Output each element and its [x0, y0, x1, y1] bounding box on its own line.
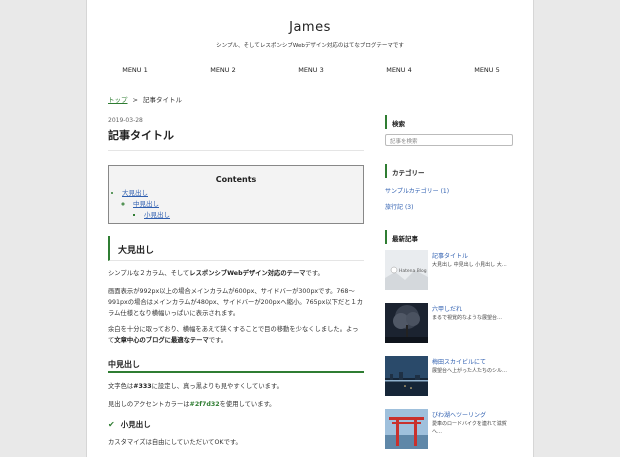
paragraph-1-strong: レスポンシブWebデザイン対応のテーマ	[189, 270, 306, 277]
paragraph-4-text-a: 文字色は	[108, 383, 134, 390]
toc-link-h2[interactable]: 大見出し	[122, 189, 148, 197]
paragraph-5: 見出しのアクセントカラーは#2f7d32を使用しています。	[108, 399, 364, 410]
paragraph-2: 画面表示が992px以上の場合メインカラムが600px、サイドバーが300pxで…	[108, 288, 364, 317]
sidebar-recent-heading-text: 最新記事	[392, 235, 418, 243]
paragraph-3-strong: 文章中心のブログに最適なテーマ	[114, 337, 209, 344]
nav-menu-3[interactable]: MENU 3	[271, 66, 351, 74]
recent-entry-title[interactable]: びわ湖ヘツーリング	[432, 410, 486, 419]
page-container: James シンプル、そしてレスポンシブWebデザイン対応のはてなブログテーマで…	[86, 0, 534, 457]
article-title[interactable]: 記事タイトル	[108, 127, 174, 143]
night-tree-photo[interactable]	[385, 303, 428, 343]
heading-h2-text: 大見出し	[118, 246, 155, 256]
sidebar-category-heading-text: カテゴリー	[392, 169, 425, 177]
nav-menu-1[interactable]: MENU 1	[95, 66, 175, 74]
category-count: (1)	[440, 188, 450, 195]
paragraph-1: シンプルな２カラム、そしてレスポンシブWebデザイン対応のテーマです。	[108, 268, 364, 279]
recent-entry-title[interactable]: 記事タイトル	[432, 251, 468, 260]
toc-link-h3[interactable]: 中見出し	[133, 200, 159, 208]
category-count: (3)	[404, 204, 414, 211]
recent-entry[interactable]: 六甲しだれ まるで視覚的なような展望台…	[385, 303, 513, 343]
paragraph-3-text-c: です。	[208, 337, 228, 344]
city-night-photo[interactable]	[385, 356, 428, 396]
recent-entry-summary: 大見出し 中見出し 小見出し 大…	[432, 262, 507, 268]
recent-entry[interactable]: 梅田スカイビルにて 展望台へ上がった人たちのシル…	[385, 356, 513, 396]
category-name[interactable]: サンプルカテゴリー	[385, 188, 439, 195]
paragraph-5-text-a: 見出しのアクセントカラーは	[108, 401, 190, 408]
recent-entry[interactable]: Hatena Blog 記事タイトル 大見出し 中見出し 小見出し 大…	[385, 250, 513, 290]
recent-entry-summary: まるで視覚的なような展望台…	[432, 315, 503, 321]
sidebar-category-heading: カテゴリー	[385, 164, 513, 178]
check-icon: ✔	[108, 420, 115, 429]
paragraph-6: カスタマイズは自由にしていただいてOKです。	[108, 439, 242, 446]
paragraph-1-text-a: シンプルな２カラム、そして	[108, 270, 190, 277]
recent-entry-summary: 愛車のロードバイクを連れて滋賀へ…	[432, 421, 507, 435]
breadcrumb-current: 記事タイトル	[142, 96, 182, 104]
breadcrumb-separator: >	[132, 96, 138, 104]
recent-entry-title[interactable]: 梅田スカイビルにて	[432, 357, 486, 366]
toc-heading: Contents	[215, 175, 257, 184]
breadcrumb: トップ > 記事タイトル	[108, 94, 182, 104]
nav-menu-4[interactable]: MENU 4	[359, 66, 439, 74]
article-date: 2019-03-28	[108, 117, 143, 124]
sidebar-search-heading: 検索	[385, 115, 513, 129]
recent-entry[interactable]: びわ湖ヘツーリング 愛車のロードバイクを連れて滋賀へ…	[385, 409, 513, 449]
paragraph-5-accent: #2f7d32	[189, 401, 220, 408]
paragraph-3: 余白を十分に取っており、横幅をあえて狭くすることで目の移動を少なくしました。よっ…	[108, 324, 364, 346]
title-divider	[108, 150, 364, 151]
heading-h4-text: 小見出し	[120, 420, 151, 429]
sidebar-recent-heading: 最新記事	[385, 230, 513, 244]
category-link-sample[interactable]: サンプルカテゴリー (1)	[385, 186, 449, 195]
category-name[interactable]: 旅行記	[385, 204, 403, 211]
paragraph-4: 文字色は#333に設定し、真っ黒よりも見やすくしています。	[108, 381, 364, 392]
paragraph-5-text-c: を使用しています。	[219, 401, 276, 408]
nav-menu-5[interactable]: MENU 5	[447, 66, 527, 74]
heading-h2: 大見出し	[108, 236, 364, 261]
paragraph-1-text-c: です。	[305, 270, 324, 277]
hatena-blog-icon[interactable]: Hatena Blog	[385, 250, 428, 290]
global-nav: MENU 1 MENU 2 MENU 3 MENU 4 MENU 5	[95, 66, 527, 74]
paragraph-4-text-c: に設定し、真っ黒よりも見やすくしています。	[151, 383, 283, 390]
category-link-travel[interactable]: 旅行記 (3)	[385, 202, 413, 211]
recent-entry-summary: 展望台へ上がった人たちのシル…	[432, 368, 508, 374]
nav-menu-2[interactable]: MENU 2	[183, 66, 263, 74]
torii-lake-photo[interactable]	[385, 409, 428, 449]
paragraph-4-strong: #333	[133, 383, 152, 390]
table-of-contents: Contents 大見出し 中見出し 小見出し	[108, 165, 364, 224]
svg-text:Hatena Blog: Hatena Blog	[399, 268, 427, 274]
site-description: シンプル、そしてレスポンシブWebデザイン対応のはてなブログテーマです	[216, 43, 404, 49]
sidebar-search-heading-text: 検索	[392, 120, 405, 128]
breadcrumb-home-link[interactable]: トップ	[108, 96, 128, 104]
site-title[interactable]: James	[87, 20, 533, 35]
heading-h3-text: 中見出し	[108, 360, 140, 369]
search-input[interactable]: 記事を検索	[385, 134, 513, 146]
heading-h3: 中見出し	[108, 356, 364, 373]
toc-link-h4[interactable]: 小見出し	[144, 211, 170, 219]
recent-entry-title[interactable]: 六甲しだれ	[432, 304, 462, 313]
heading-h4: ✔ 小見出し	[108, 419, 151, 430]
